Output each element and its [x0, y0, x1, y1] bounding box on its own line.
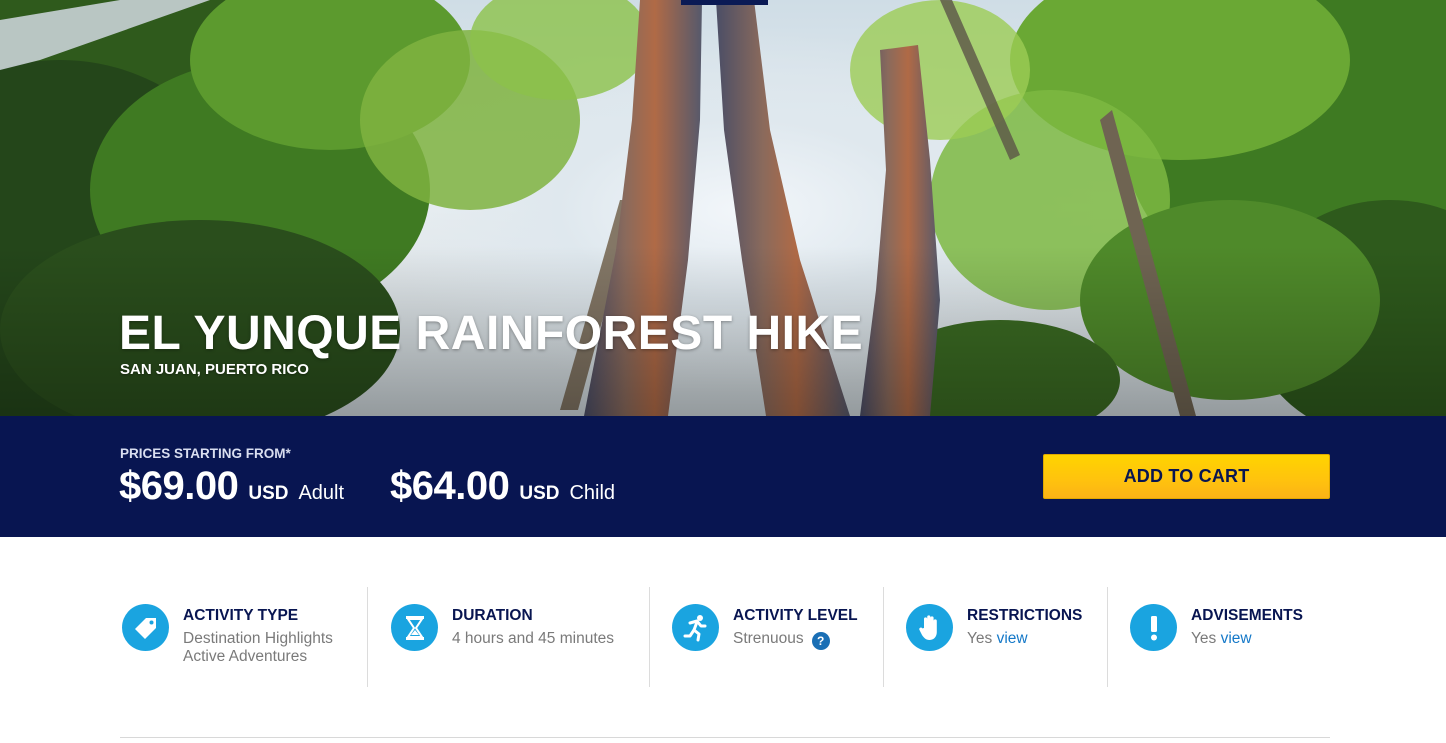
- duration-value: 4 hours and 45 minutes: [452, 630, 614, 647]
- adult-price: $69.00 USD Adult: [119, 464, 344, 509]
- child-price: $64.00 USD Child: [390, 464, 615, 509]
- divider: [1107, 587, 1108, 687]
- adult-price-currency: USD: [248, 483, 289, 504]
- hourglass-icon: [391, 604, 438, 651]
- child-price-amount: $64.00: [390, 464, 510, 508]
- divider: [367, 587, 368, 687]
- page-title: EL YUNQUE RAINFOREST HIKE: [119, 307, 864, 360]
- activity-type-value-2: Active Adventures: [183, 648, 308, 665]
- hand-icon: [906, 604, 953, 651]
- advisements-heading: ADVISEMENTS: [1191, 607, 1303, 624]
- restrictions-view-link[interactable]: view: [997, 630, 1028, 647]
- adult-price-type: Adult: [298, 482, 345, 504]
- prices-starting-label: PRICES STARTING FROM*: [120, 446, 291, 461]
- activity-level-value-row: Strenuous?: [733, 630, 830, 650]
- child-price-type: Child: [569, 482, 616, 504]
- advisements-view-link[interactable]: view: [1221, 630, 1252, 647]
- price-bar: PRICES STARTING FROM* $69.00 USD Adult $…: [0, 416, 1446, 537]
- adult-price-amount: $69.00: [119, 464, 239, 508]
- help-icon[interactable]: ?: [811, 632, 830, 650]
- advisements-value: Yes: [1191, 630, 1217, 647]
- restrictions-value: Yes: [967, 630, 993, 647]
- detail-advisements: ADVISEMENTS Yes view: [1130, 587, 1330, 687]
- activity-level-heading: ACTIVITY LEVEL: [733, 607, 858, 624]
- activity-type-heading: ACTIVITY TYPE: [183, 607, 299, 624]
- advisements-value-row: Yes view: [1191, 630, 1252, 648]
- activity-type-values: Destination Highlights Active Adventures: [183, 630, 333, 666]
- activity-details: ACTIVITY TYPE Destination Highlights Act…: [0, 537, 1446, 743]
- divider: [649, 587, 650, 687]
- location-subtitle: SAN JUAN, PUERTO RICO: [120, 361, 309, 378]
- divider: [883, 587, 884, 687]
- detail-activity-level: ACTIVITY LEVEL Strenuous?: [672, 587, 877, 687]
- detail-restrictions: RESTRICTIONS Yes view: [906, 587, 1101, 687]
- activity-type-value-1: Destination Highlights: [183, 630, 333, 647]
- restrictions-heading: RESTRICTIONS: [967, 607, 1083, 624]
- restrictions-value-row: Yes view: [967, 630, 1028, 648]
- detail-activity-type: ACTIVITY TYPE Destination Highlights Act…: [122, 587, 362, 687]
- tag-icon: [122, 604, 169, 651]
- exclamation-icon: [1130, 604, 1177, 651]
- add-to-cart-button[interactable]: ADD TO CART: [1043, 454, 1330, 499]
- runner-icon: [672, 604, 719, 651]
- top-tab-marker: [681, 0, 768, 5]
- detail-duration: DURATION 4 hours and 45 minutes: [391, 587, 641, 687]
- duration-heading: DURATION: [452, 607, 533, 624]
- activity-level-value: Strenuous: [733, 630, 804, 647]
- section-divider: [120, 737, 1330, 738]
- child-price-currency: USD: [519, 483, 560, 504]
- hero-banner: EL YUNQUE RAINFOREST HIKE SAN JUAN, PUER…: [0, 0, 1446, 416]
